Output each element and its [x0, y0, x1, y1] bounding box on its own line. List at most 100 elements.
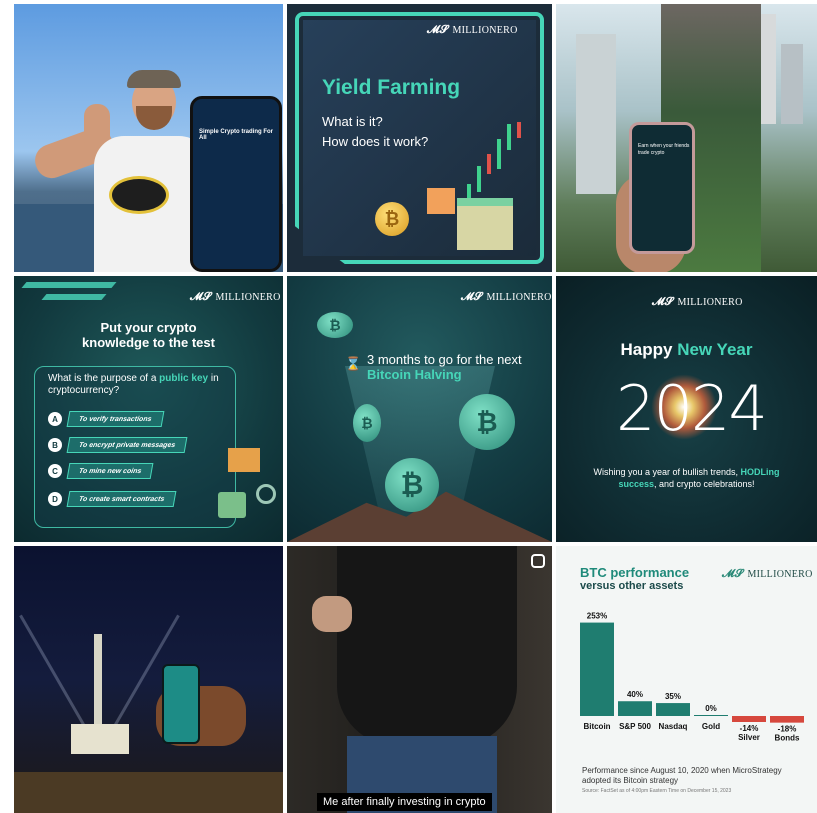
monument-column — [94, 634, 102, 734]
bar-bonds — [770, 716, 804, 723]
post-subtitle: What is it? How does it work? — [322, 112, 428, 152]
post-tile-man-with-phone[interactable]: Simple Crypto trading For All — [14, 4, 283, 272]
millionero-logo-icon: 𝓜𝓢 — [722, 568, 744, 580]
bar-silver — [732, 716, 766, 722]
post-tile-bitcoin-halving[interactable]: 𝓜𝓢 MILLIONERO ⌛ 3 months to go for the n… — [287, 276, 552, 542]
category-label: Bitcoin — [583, 722, 610, 731]
bitcoin-coin-icon: ₿ — [375, 202, 409, 236]
instagram-grid: Simple Crypto trading For All 𝓜𝓢 MILLION… — [0, 0, 817, 813]
option-letter: C — [48, 464, 62, 478]
phone-mockup — [162, 664, 200, 744]
value-label: 0% — [705, 704, 717, 713]
bar-gold — [694, 715, 728, 716]
phone-headline: Simple Crypto trading For All — [199, 129, 274, 141]
new-year-title: Happy New Year — [620, 340, 753, 359]
subtitle-line-1: What is it? — [322, 114, 383, 129]
post-tile-btc-performance[interactable]: BTC performance versus other assets 𝓜𝓢 M… — [556, 546, 817, 813]
brand-logo: 𝓜𝓢 MILLIONERO — [427, 24, 518, 37]
phone-mockup: Simple Crypto trading For All — [190, 96, 282, 272]
brand-name: MILLIONERO — [677, 297, 743, 308]
brand-logo: 𝓜𝓢 MILLIONERO — [722, 568, 813, 581]
answer-option[interactable]: B To encrypt private messages — [48, 437, 188, 453]
shirt-logo — [109, 176, 169, 214]
fist — [312, 596, 352, 632]
bitcoin-coin-icon: ₿ — [459, 394, 515, 450]
ground — [14, 772, 283, 813]
key-icon — [256, 484, 276, 504]
post-tile-crypto-quiz[interactable]: 𝓜𝓢 MILLIONERO Put your crypto knowledge … — [14, 276, 283, 542]
post-title: Yield Farming — [322, 76, 460, 100]
answer-option[interactable]: C To mine new coins — [48, 463, 154, 479]
bitcoin-coin-icon: ₿ — [317, 312, 353, 338]
brand-name: MILLIONERO — [486, 292, 552, 303]
decor-stripe — [41, 294, 107, 300]
title-rest: Farming — [371, 76, 461, 99]
new-year-wish: Wishing you a year of bullish trends, HO… — [593, 467, 780, 489]
small-gift-icon — [427, 188, 455, 214]
decor-stripe — [21, 282, 117, 288]
brand-name: MILLIONERO — [215, 292, 281, 303]
monument-base — [71, 724, 129, 754]
option-text: To create smart contracts — [66, 491, 177, 507]
millionero-logo-icon: 𝓜𝓢 — [652, 296, 674, 308]
category-label: Gold — [702, 722, 720, 731]
reel-caption: Me after finally investing in crypto — [317, 793, 492, 811]
quiz-title-line-2: knowledge to the test — [82, 335, 215, 350]
building — [781, 44, 803, 124]
value-label: -14% — [740, 724, 759, 733]
hourglass-icon: ⌛ — [345, 356, 362, 371]
title-accent: Yield — [322, 76, 372, 99]
answer-option[interactable]: A To verify transactions — [48, 411, 164, 427]
option-text: To verify transactions — [66, 411, 164, 427]
brand-logo: 𝓜𝓢 MILLIONERO — [461, 291, 552, 304]
year-number: 2024 — [616, 372, 768, 445]
candle-icon — [507, 124, 511, 150]
value-label: 253% — [587, 612, 607, 621]
phone-mockup: Earn when your friends trade crypto — [629, 122, 695, 254]
brand-logo: 𝓜𝓢 MILLIONERO — [652, 296, 743, 309]
category-label: Silver — [738, 733, 760, 742]
brand-name: MILLIONERO — [452, 25, 518, 36]
post-tile-monument-night[interactable] — [14, 546, 283, 813]
option-letter: B — [48, 438, 62, 452]
millionero-logo-icon: 𝓜𝓢 — [461, 291, 483, 303]
value-label: -18% — [778, 725, 797, 734]
bar-bitcoin — [580, 622, 614, 716]
halving-accent: Bitcoin Halving — [367, 367, 462, 382]
building — [576, 34, 616, 194]
question-keyword: public key — [159, 373, 209, 384]
new-year-accent: New Year — [677, 340, 753, 359]
brand-name: MILLIONERO — [747, 569, 813, 580]
post-tile-reel-investing[interactable]: Me after finally investing in crypto — [287, 546, 552, 813]
halving-text: 3 months to go for the next Bitcoin Halv… — [367, 352, 522, 382]
option-text: To encrypt private messages — [66, 437, 188, 453]
envelope-icon — [228, 448, 260, 472]
post-tile-city-phone[interactable]: Earn when your friends trade crypto — [556, 4, 817, 272]
post-tile-happy-new-year[interactable]: 𝓜𝓢 MILLIONERO Happy New Year 2024 Wishin… — [556, 276, 817, 542]
brand-logo: 𝓜𝓢 MILLIONERO — [190, 291, 281, 304]
bitcoin-coin-icon: ₿ — [385, 458, 439, 512]
subtitle-line-2: How does it work? — [322, 134, 429, 149]
answer-option[interactable]: D To create smart contracts — [48, 491, 177, 507]
candle-icon — [497, 139, 501, 169]
quiz-title: Put your crypto knowledge to the test — [14, 320, 283, 350]
option-text: To mine new coins — [66, 463, 154, 479]
post-tile-yield-farming[interactable]: 𝓜𝓢 MILLIONERO Yield Farming What is it? … — [287, 4, 552, 272]
chart-source: Source: FactSet as of 4:00pm Eastern Tim… — [582, 788, 732, 794]
category-label: Nasdaq — [659, 722, 688, 731]
value-label: 35% — [665, 692, 681, 701]
bar-s-p-500 — [618, 701, 652, 716]
millionero-logo-icon: 𝓜𝓢 — [427, 24, 449, 36]
chart-title: BTC performance — [580, 565, 690, 580]
category-label: Bonds — [775, 734, 800, 743]
category-label: S&P 500 — [619, 722, 651, 731]
bar-nasdaq — [656, 703, 690, 716]
option-letter: D — [48, 492, 62, 506]
candle-icon — [517, 122, 521, 138]
candle-icon — [477, 166, 481, 192]
cap — [127, 70, 181, 88]
performance-bar-chart: 253% Bitcoin 40% S&P 500 35% Nasdaq 0% Gold -14%… — [580, 612, 804, 743]
bitcoin-coin-icon: ₿ — [353, 404, 381, 442]
beard — [136, 106, 172, 130]
quiz-title-line-1: Put your crypto — [100, 320, 197, 335]
